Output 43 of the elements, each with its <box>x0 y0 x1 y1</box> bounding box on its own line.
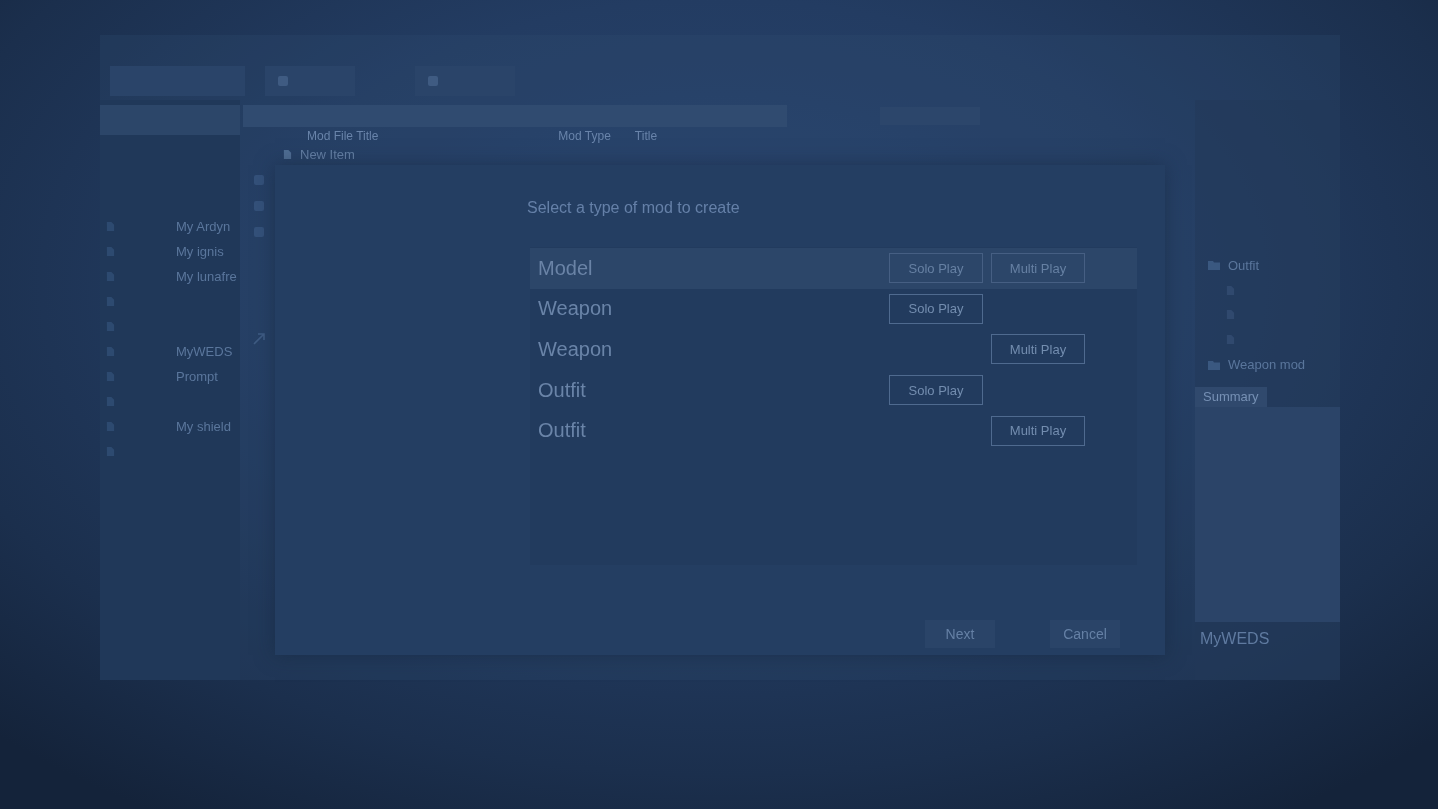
item-caption: MyWEDS <box>1199 630 1271 648</box>
square-icon <box>427 75 439 87</box>
sidebar-item[interactable]: My shield <box>100 414 240 439</box>
option-label: Outfit <box>538 378 587 402</box>
multi-play-button[interactable]: Multi Play <box>991 415 1085 446</box>
square-icon[interactable] <box>254 227 264 237</box>
diagonal-arrow-icon[interactable] <box>253 333 265 345</box>
file-icon <box>283 148 292 160</box>
column-header: Title <box>634 129 658 143</box>
tab[interactable]: Summary <box>1195 387 1267 407</box>
dialog-button[interactable]: Next <box>925 620 995 648</box>
option-label: Model <box>538 256 594 280</box>
option-row[interactable]: Model Solo Play Multi Play <box>530 248 1137 289</box>
solo-play-button[interactable]: Solo Play <box>889 253 983 284</box>
sidebar-item[interactable]: My Ardyn <box>100 214 240 239</box>
tree-item[interactable]: Outfit <box>1195 253 1340 278</box>
option-label: Weapon <box>538 338 614 361</box>
folder-icon <box>1208 260 1220 271</box>
solo-play-button[interactable]: Solo Play <box>889 375 983 406</box>
option-row[interactable]: Outfit Solo Play <box>530 369 1137 411</box>
sidebar-item[interactable]: My lunafre <box>100 264 240 289</box>
dialog-title: Select a type of mod to create <box>527 198 741 218</box>
option-row[interactable]: Outfit Multi Play <box>530 410 1137 451</box>
multi-play-button[interactable]: Multi Play <box>991 253 1085 284</box>
square-icon <box>277 75 289 87</box>
square-icon[interactable] <box>254 175 264 185</box>
dialog-button[interactable]: Cancel <box>1050 620 1120 648</box>
column-header: Mod Type <box>558 129 611 143</box>
sidebar-item[interactable]: Prompt <box>100 364 240 389</box>
solo-play-button[interactable]: Solo Play <box>889 293 983 324</box>
column-header: Mod File Title <box>307 129 379 143</box>
tab[interactable] <box>265 66 355 96</box>
square-icon[interactable] <box>254 201 264 211</box>
option-row[interactable]: Weapon Solo Play <box>530 288 1137 330</box>
option-label: Weapon <box>538 297 614 321</box>
sidebar-item[interactable]: My ignis <box>100 239 240 264</box>
option-row[interactable]: Weapon Multi Play <box>530 329 1137 370</box>
list-row[interactable]: New Item <box>283 144 1190 164</box>
option-label: Outfit <box>538 419 587 443</box>
multi-play-button[interactable]: Multi Play <box>991 334 1085 365</box>
tree-item[interactable]: Weapon mod <box>1195 352 1340 377</box>
sidebar-item[interactable]: MyWEDS <box>100 339 240 364</box>
folder-icon <box>1208 359 1220 370</box>
